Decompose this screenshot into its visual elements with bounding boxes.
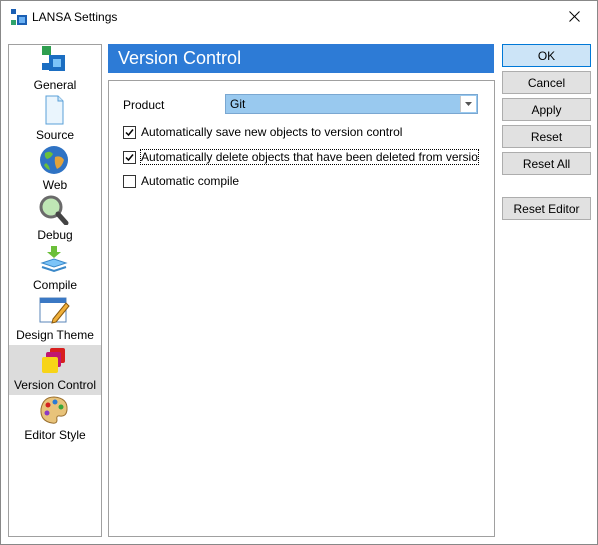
- palette-icon: [40, 396, 68, 424]
- design-theme-icon: [39, 297, 70, 324]
- close-icon: [568, 11, 580, 22]
- sidebar-item-debug[interactable]: Debug: [9, 195, 101, 245]
- sidebar-item-editor-style[interactable]: Editor Style: [9, 395, 101, 445]
- window-title: LANSA Settings: [32, 10, 118, 24]
- apply-button[interactable]: Apply: [502, 98, 591, 121]
- settings-window: LANSA Settings General Source Web Debug …: [0, 0, 598, 545]
- auto-delete-checkbox[interactable]: [123, 151, 136, 164]
- title-bar: LANSA Settings: [1, 1, 597, 32]
- sidebar-item-label: Web: [42, 178, 68, 192]
- dropdown-button[interactable]: [460, 96, 476, 112]
- sidebar-item-general[interactable]: General: [9, 45, 101, 95]
- compile-icon: [40, 246, 68, 273]
- sidebar-item-label: Compile: [32, 278, 77, 292]
- checkmark-icon: [125, 154, 134, 162]
- chevron-down-icon: [465, 102, 472, 106]
- panel-title: Version Control: [118, 48, 242, 68]
- auto-save-checkbox[interactable]: [123, 126, 136, 139]
- sidebar-item-web[interactable]: Web: [9, 145, 101, 195]
- reset-editor-button[interactable]: Reset Editor: [502, 197, 591, 220]
- checkmark-icon: [125, 129, 134, 137]
- globe-icon: [40, 146, 68, 174]
- sidebar-item-label: General: [33, 78, 77, 92]
- auto-delete-label: Automatically delete objects that have b…: [140, 149, 479, 165]
- sidebar-item-compile[interactable]: Compile: [9, 245, 101, 295]
- version-control-icon: [42, 348, 65, 373]
- product-dropdown[interactable]: Git: [225, 94, 478, 114]
- sidebar-item-version-control[interactable]: Version Control: [9, 345, 101, 395]
- cancel-button[interactable]: Cancel: [502, 71, 591, 94]
- sidebar-item-label: Debug: [37, 228, 73, 242]
- panel-header: Version Control: [108, 44, 494, 73]
- general-icon: [42, 46, 65, 71]
- reset-button[interactable]: Reset: [502, 125, 591, 148]
- close-button[interactable]: [551, 1, 597, 32]
- sidebar-item-label: Design Theme: [16, 328, 94, 342]
- reset-all-button[interactable]: Reset All: [502, 152, 591, 175]
- sidebar-item-source[interactable]: Source: [9, 95, 101, 145]
- source-icon: [45, 95, 64, 125]
- auto-save-label: Automatically save new objects to versio…: [141, 125, 403, 139]
- auto-compile-label: Automatic compile: [141, 174, 240, 188]
- settings-category-list: General Source Web Debug Compile Design …: [8, 44, 102, 537]
- sidebar-item-label: Source: [35, 128, 75, 142]
- product-label: Product: [123, 98, 165, 112]
- product-value: Git: [230, 97, 246, 111]
- sidebar-item-design-theme[interactable]: Design Theme: [9, 295, 101, 345]
- magnifier-icon: [39, 195, 69, 225]
- sidebar-item-label: Editor Style: [24, 428, 86, 442]
- lansa-app-icon: [11, 9, 27, 25]
- ok-button[interactable]: OK: [502, 44, 591, 67]
- sidebar-item-label: Version Control: [13, 378, 97, 392]
- auto-compile-checkbox[interactable]: [123, 175, 136, 188]
- version-control-panel: Product Git Automatically save new objec…: [108, 80, 495, 537]
